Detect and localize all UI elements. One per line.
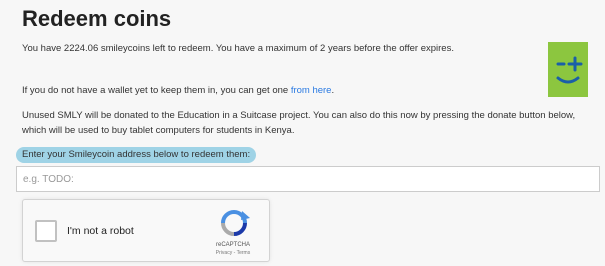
- wallet-link[interactable]: from here: [291, 85, 332, 96]
- smileycoin-logo-icon: [548, 42, 588, 97]
- recaptcha-icon: [211, 208, 257, 238]
- wallet-text-suffix: .: [331, 85, 335, 96]
- recaptcha-checkbox[interactable]: [35, 220, 57, 242]
- wallet-text: If you do not have a wallet yet to keep …: [22, 83, 334, 98]
- recaptcha-terms-link[interactable]: Terms: [237, 250, 251, 256]
- recaptcha-brand: reCAPTCHA: [215, 242, 250, 248]
- wallet-text-prefix: If you do not have a wallet yet to keep …: [22, 85, 291, 96]
- recaptcha-links: Privacy - Terms: [201, 250, 265, 256]
- recaptcha-label: I'm not a robot: [67, 225, 134, 237]
- recaptcha-separator: -: [233, 250, 236, 256]
- smileycoin-address-input[interactable]: [16, 166, 600, 192]
- donation-text: Unused SMLY will be donated to the Educa…: [22, 110, 576, 136]
- address-label: Enter your Smileycoin address below to r…: [16, 147, 257, 163]
- recaptcha-widget: I'm not a robot reCAPTCHA Privacy - Term…: [22, 199, 270, 262]
- page-title: Redeem coins: [22, 6, 172, 31]
- balance-text: You have 2224.06 smileycoins left to red…: [22, 43, 454, 54]
- recaptcha-privacy-link[interactable]: Privacy: [216, 250, 232, 256]
